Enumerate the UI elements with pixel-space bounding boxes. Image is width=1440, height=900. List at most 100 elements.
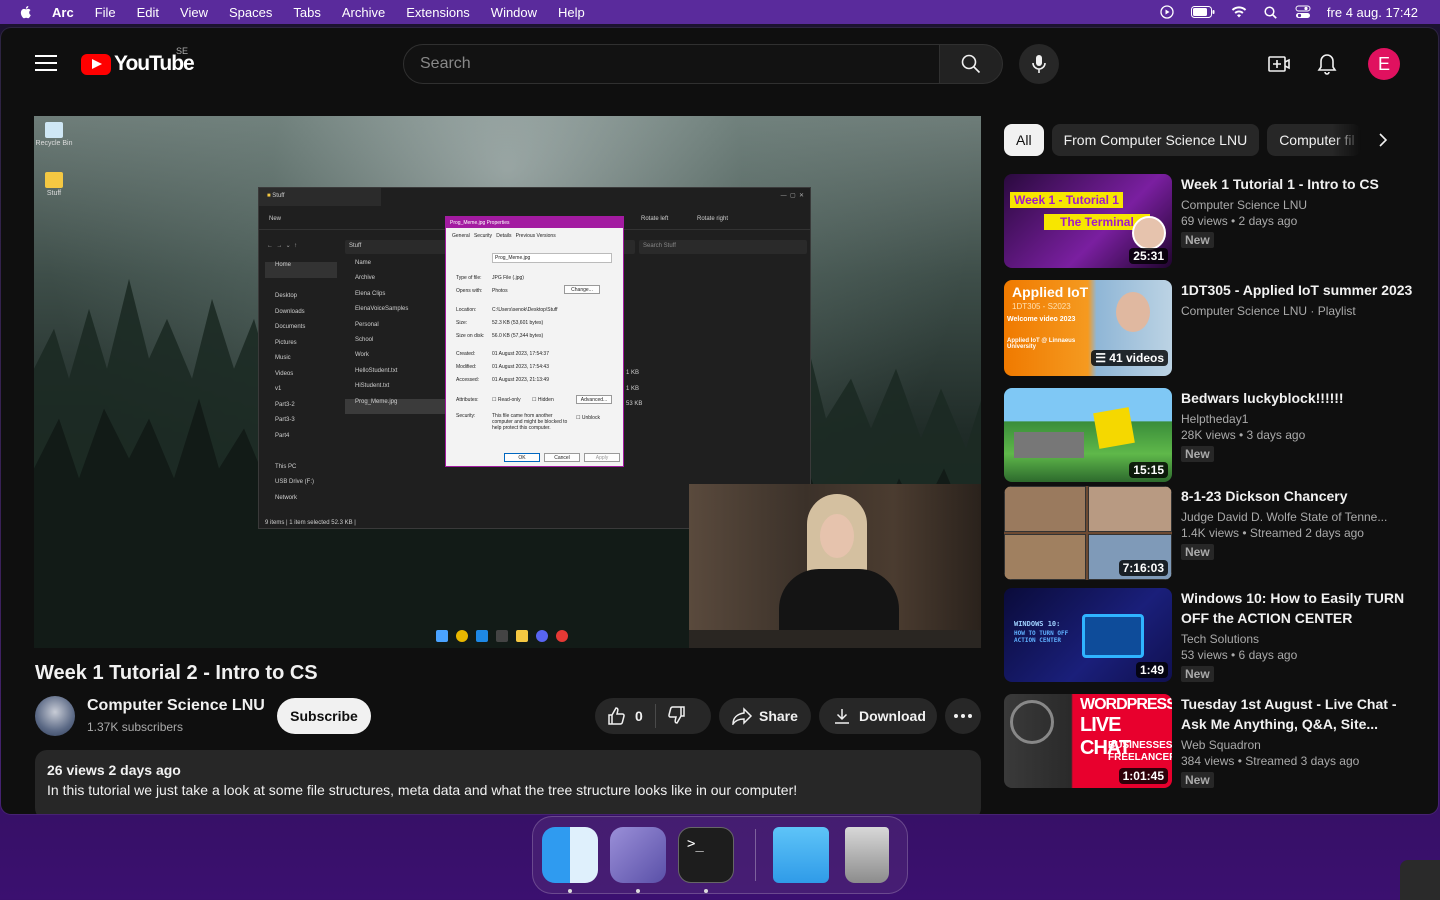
recommendation-channel[interactable]: Judge David D. Wolfe State of Tenne...	[1181, 510, 1417, 524]
arc-icon[interactable]	[610, 827, 666, 883]
recommendation-title[interactable]: Tuesday 1st August - Live Chat - Ask Me …	[1181, 694, 1417, 734]
running-indicator	[704, 889, 708, 893]
region-code: SE	[176, 46, 189, 56]
sidebar-item: Home	[265, 262, 337, 278]
description-box[interactable]: 26 views 2 days ago In this tutorial we …	[35, 750, 981, 814]
trash-icon[interactable]	[845, 827, 889, 883]
file-explorer-window: ■ Stuff — ▢ ✕ New Rotate left Rotate rig…	[258, 187, 811, 529]
downloads-folder-icon[interactable]	[773, 827, 829, 883]
share-button[interactable]: Share	[719, 698, 811, 734]
recommendation-item[interactable]: Applied IoT 1DT305 - S2023 Welcome video…	[1004, 280, 1424, 376]
explorer-tab: ■ Stuff	[259, 188, 381, 206]
subscribe-button[interactable]: Subscribe	[277, 698, 371, 734]
explorer-sidebar: Home Desktop Downloads Documents Picture…	[265, 262, 337, 510]
recommendation-channel[interactable]: Helptheday1	[1181, 412, 1417, 426]
battery-icon[interactable]	[1190, 4, 1215, 20]
menubar-clock[interactable]: fre 4 aug. 17:42	[1327, 5, 1418, 20]
menu-edit[interactable]: Edit	[137, 5, 159, 20]
recommendation-title[interactable]: Windows 10: How to Easily TURN OFF the A…	[1181, 588, 1417, 628]
thumbnail-caption: Week 1 - Tutorial 1	[1010, 192, 1123, 208]
webcam-person-face	[820, 514, 854, 558]
type-label: Type of file:	[456, 275, 482, 281]
recommendation-channel[interactable]: Computer Science LNU · Playlist	[1181, 304, 1417, 318]
chip-from-channel[interactable]: From Computer Science LNU	[1051, 124, 1260, 156]
microphone-icon	[1032, 55, 1046, 73]
play-circle-icon[interactable]	[1159, 4, 1175, 20]
recommendation-item[interactable]: 7:16:03 8-1-23 Dickson Chancery Judge Da…	[1004, 486, 1424, 580]
recommendation-channel[interactable]: Tech Solutions	[1181, 632, 1417, 646]
readonly-checkbox: ☐ Read-only	[492, 397, 521, 403]
dislike-button[interactable]	[666, 705, 686, 728]
channel-name[interactable]: Computer Science LNU	[87, 697, 265, 715]
recommendation-item[interactable]: WORDPRESS LIVE CHAT BUSINESSES FREELANCE…	[1004, 694, 1424, 788]
file-explorer-icon	[516, 630, 528, 642]
more-actions-button[interactable]	[945, 698, 981, 734]
recommendation-channel[interactable]: Web Squadron	[1181, 738, 1417, 752]
chip-computer[interactable]: Computer fil	[1267, 124, 1362, 156]
courtroom-cam	[1088, 486, 1172, 532]
menu-file[interactable]: File	[95, 5, 116, 20]
video-thumbnail[interactable]: WORDPRESS LIVE CHAT BUSINESSES FREELANCE…	[1004, 694, 1172, 788]
playlist-thumbnail[interactable]: Applied IoT 1DT305 - S2023 Welcome video…	[1004, 280, 1172, 376]
rotate-right-button: Rotate right	[697, 216, 729, 222]
chips-next-button[interactable]	[1369, 126, 1397, 154]
recommendation-title[interactable]: 8-1-23 Dickson Chancery	[1181, 486, 1417, 506]
recommendation-title[interactable]: Bedwars luckyblock!!!!!!	[1181, 388, 1417, 408]
opens-value: Photos	[492, 288, 508, 294]
menu-extensions[interactable]: Extensions	[406, 5, 470, 20]
search-button[interactable]	[939, 44, 1003, 84]
menu-archive[interactable]: Archive	[342, 5, 385, 20]
presenter-photo	[1116, 292, 1150, 332]
thumbnail-caption: Welcome video 2023	[1007, 316, 1076, 323]
macos-dock: >_	[532, 816, 908, 894]
menu-window[interactable]: Window	[491, 5, 537, 20]
video-player[interactable]: Recycle Bin Stuff ■ Stuff — ▢ ✕ New Rota…	[34, 116, 981, 648]
recommendation-info: Week 1 Tutorial 1 - Intro to CS Computer…	[1181, 174, 1417, 249]
share-label: Share	[759, 708, 798, 724]
like-button[interactable]: 0	[595, 706, 643, 726]
download-button[interactable]: Download	[819, 698, 937, 734]
chrome-icon	[456, 630, 468, 642]
windows-taskbar	[436, 630, 568, 642]
create-button[interactable]	[1265, 50, 1293, 78]
recommendation-item[interactable]: WINDOWS 10: HOW TO TURN OFF ACTION CENTE…	[1004, 588, 1424, 682]
recycle-bin-icon	[45, 122, 63, 138]
finder-icon[interactable]	[542, 827, 598, 883]
menu-help[interactable]: Help	[558, 5, 585, 20]
spotlight-icon[interactable]	[1263, 4, 1279, 20]
recommendation-title[interactable]: Week 1 Tutorial 1 - Intro to CS	[1181, 174, 1417, 194]
hamburger-menu-icon[interactable]	[35, 55, 57, 71]
share-icon	[732, 707, 753, 725]
video-thumbnail[interactable]: 15:15	[1004, 388, 1172, 482]
recommendation-item[interactable]: 15:15 Bedwars luckyblock!!!!!! Helptheda…	[1004, 388, 1424, 482]
menu-view[interactable]: View	[180, 5, 208, 20]
apple-icon[interactable]	[18, 4, 34, 20]
recommendation-stats: 384 views • Streamed 3 days ago	[1181, 754, 1360, 768]
lucky-block	[1093, 407, 1135, 449]
channel-avatar[interactable]	[35, 696, 75, 736]
hidden-checkbox: ☐ Hidden	[532, 397, 554, 403]
youtube-logo[interactable]: YouTube SE	[81, 46, 195, 76]
terminal-icon[interactable]: >_	[678, 827, 734, 883]
menu-spaces[interactable]: Spaces	[229, 5, 272, 20]
menu-tabs[interactable]: Tabs	[293, 5, 320, 20]
recommendation-stats: 1.4K views • Streamed 2 days ago	[1181, 526, 1364, 540]
account-avatar[interactable]: E	[1368, 48, 1400, 80]
video-thumbnail[interactable]: Week 1 - Tutorial 1 The Terminal 25:31	[1004, 174, 1172, 268]
video-thumbnail[interactable]: 7:16:03	[1004, 486, 1172, 580]
control-center-icon[interactable]	[1295, 4, 1311, 20]
wifi-icon[interactable]	[1231, 4, 1247, 20]
voice-search-button[interactable]	[1019, 44, 1059, 84]
recommendation-channel[interactable]: Computer Science LNU	[1181, 198, 1417, 212]
explorer-search: Search Stuff	[639, 240, 807, 254]
app-icon	[556, 630, 568, 642]
recommendation-item[interactable]: Week 1 - Tutorial 1 The Terminal 25:31 W…	[1004, 174, 1424, 268]
chip-all[interactable]: All	[1004, 124, 1044, 156]
video-thumbnail[interactable]: WINDOWS 10: HOW TO TURN OFF ACTION CENTE…	[1004, 588, 1172, 682]
recommendation-title[interactable]: 1DT305 - Applied IoT summer 2023	[1181, 280, 1417, 300]
sidebar-item: v1	[275, 386, 282, 392]
search-input[interactable]: Search	[403, 44, 940, 84]
menu-arc[interactable]: Arc	[52, 5, 74, 20]
menu-bar: Arc File Edit View Spaces Tabs Archive E…	[0, 0, 1440, 24]
notifications-button[interactable]	[1313, 50, 1341, 78]
